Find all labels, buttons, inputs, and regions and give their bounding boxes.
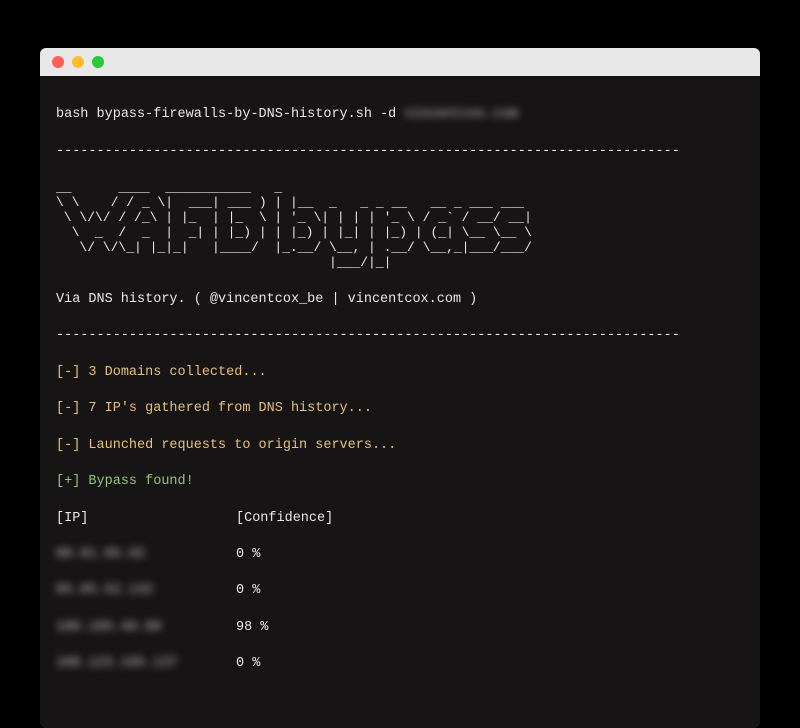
status-text: Launched requests to origin servers... bbox=[80, 438, 396, 453]
status-prefix: [+] bbox=[56, 474, 80, 489]
status-prefix: [-] bbox=[56, 365, 80, 380]
script-name: bypass-firewalls-by-DNS-history.sh bbox=[97, 107, 372, 122]
domain-argument: vincentcox.com bbox=[404, 106, 517, 124]
status-text: 7 IP's gathered from DNS history... bbox=[80, 401, 372, 416]
subtitle: Via DNS history. ( @vincentcox_be | vinc… bbox=[56, 291, 744, 309]
confidence-value: 98 % bbox=[236, 619, 356, 637]
status-launched: [-] Launched requests to origin servers.… bbox=[56, 437, 744, 455]
ip-value: 85.85.52.132 bbox=[56, 582, 153, 600]
table-row: 85.85.52.132 0 % bbox=[56, 582, 744, 600]
ascii-banner: __ ____ ___________ _ \ \ / / _ \| ___| … bbox=[56, 181, 744, 271]
header-confidence: [Confidence] bbox=[236, 510, 356, 528]
status-prefix: [-] bbox=[56, 438, 80, 453]
status-bypass-found: [+] Bypass found! bbox=[56, 473, 744, 491]
separator-bottom: ----------------------------------------… bbox=[56, 327, 744, 345]
table-header: [IP][Confidence] bbox=[56, 510, 744, 528]
status-text: 3 Domains collected... bbox=[80, 365, 266, 380]
table-row: 108.123.195.137 0 % bbox=[56, 655, 744, 673]
window-titlebar bbox=[40, 48, 760, 76]
maximize-icon[interactable] bbox=[92, 56, 104, 68]
status-domains: [-] 3 Domains collected... bbox=[56, 364, 744, 382]
confidence-value: 0 % bbox=[236, 546, 356, 564]
header-ip: [IP] bbox=[56, 510, 236, 528]
status-prefix: [-] bbox=[56, 401, 80, 416]
terminal-output: bash bypass-firewalls-by-DNS-history.sh … bbox=[40, 76, 760, 728]
status-ips: [-] 7 IP's gathered from DNS history... bbox=[56, 400, 744, 418]
status-text: Bypass found! bbox=[80, 474, 193, 489]
separator-top: ----------------------------------------… bbox=[56, 143, 744, 161]
flag: -d bbox=[380, 107, 396, 122]
table-row: 188.166.49.80 98 % bbox=[56, 619, 744, 637]
terminal-window: bash bypass-firewalls-by-DNS-history.sh … bbox=[40, 48, 760, 728]
ip-value: 80.81.85.92 bbox=[56, 546, 145, 564]
confidence-value: 0 % bbox=[236, 582, 356, 600]
minimize-icon[interactable] bbox=[72, 56, 84, 68]
ip-value: 188.166.49.80 bbox=[56, 619, 161, 637]
close-icon[interactable] bbox=[52, 56, 64, 68]
command-line: bash bypass-firewalls-by-DNS-history.sh … bbox=[56, 106, 744, 124]
shell-name: bash bbox=[56, 107, 88, 122]
table-row: 80.81.85.92 0 % bbox=[56, 546, 744, 564]
confidence-value: 0 % bbox=[236, 655, 356, 673]
ip-value: 108.123.195.137 bbox=[56, 655, 178, 673]
